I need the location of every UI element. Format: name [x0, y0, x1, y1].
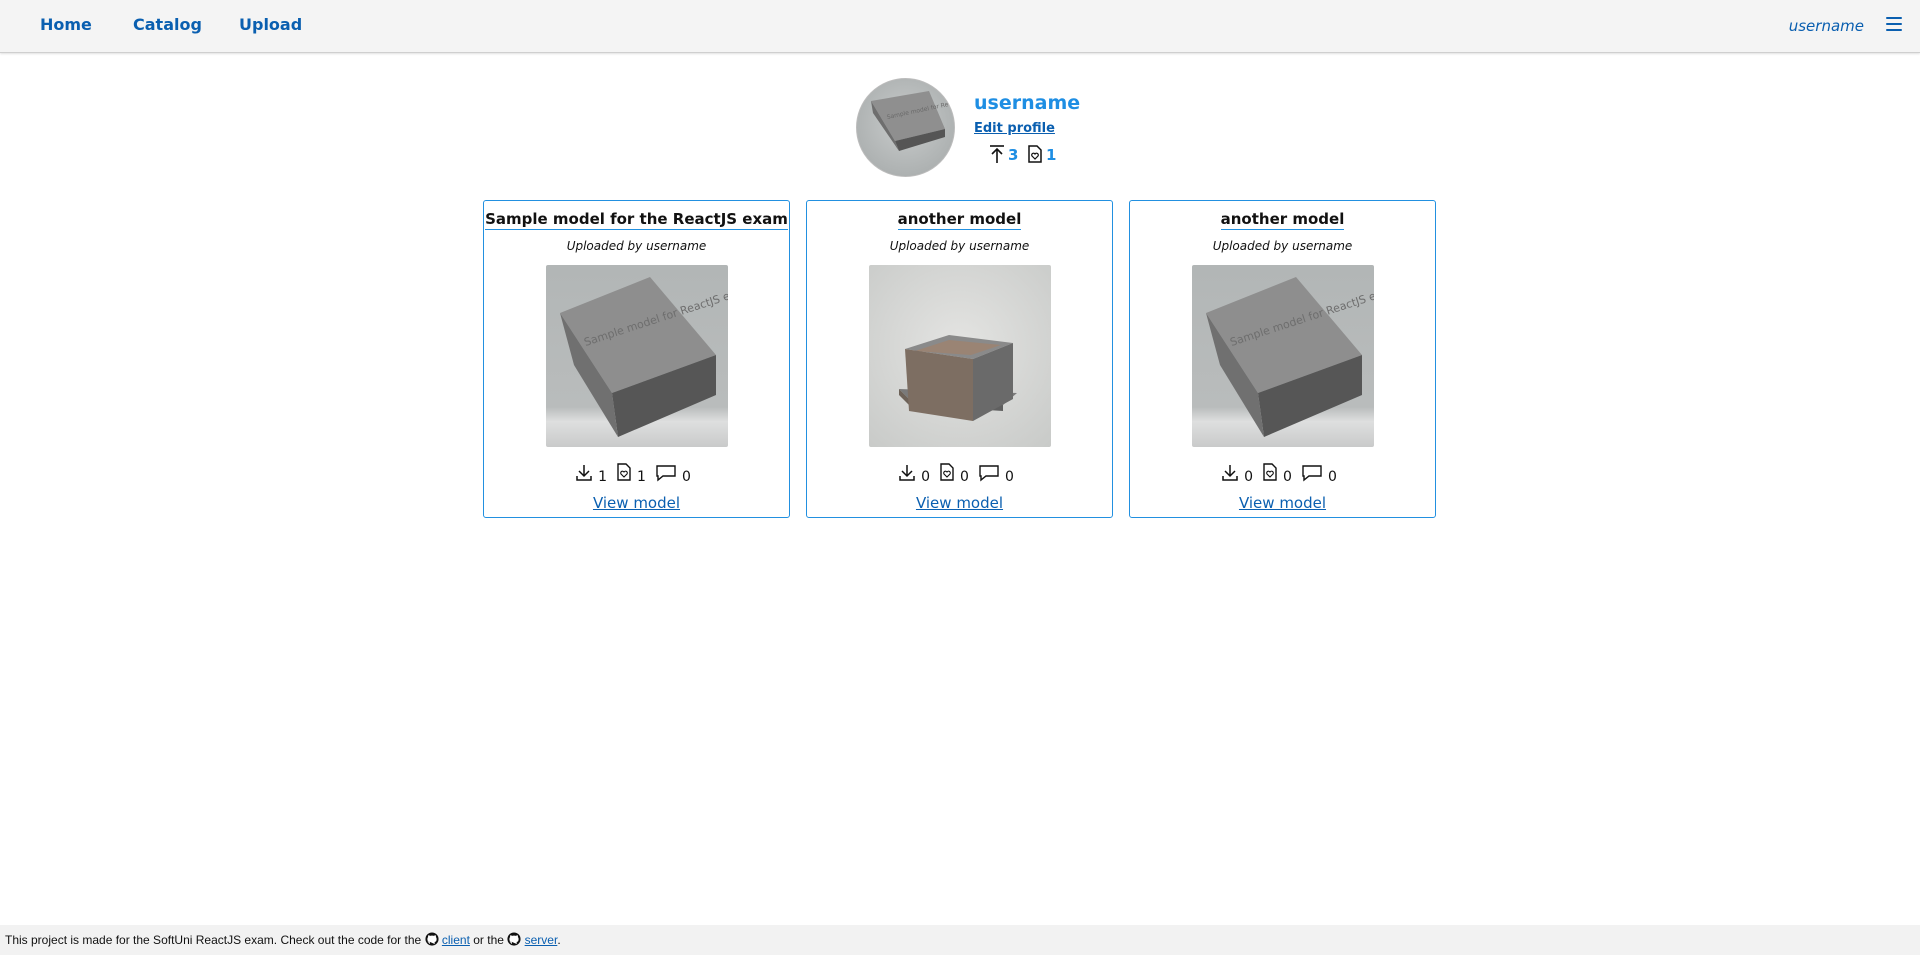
profile-username: username — [974, 92, 1081, 114]
uploads-count: 3 — [1008, 146, 1019, 164]
downloads-count: 0 — [921, 469, 931, 485]
client-repo-link[interactable]: client — [442, 933, 470, 947]
nav-upload-link[interactable]: Upload — [239, 15, 302, 34]
model-preview-image — [869, 265, 1051, 447]
comments-count: 0 — [681, 469, 691, 485]
download-icon — [1222, 465, 1238, 481]
model-preview-image: Sample model for ReactJS exam — [1192, 265, 1374, 447]
view-model-link[interactable]: View model — [807, 494, 1112, 512]
model-title-link[interactable]: another model — [1220, 210, 1345, 230]
nav-home-link[interactable]: Home — [40, 15, 92, 34]
uploaded-by: Uploaded by username — [889, 239, 1030, 253]
upload-icon — [990, 145, 1004, 163]
model-card: Sample model for the ReactJS exam Upload… — [483, 200, 790, 518]
uploaded-by: Uploaded by username — [1212, 239, 1353, 253]
download-icon — [576, 465, 592, 481]
comments-count: 0 — [1327, 469, 1337, 485]
model-card: another model Uploaded by username Sampl… — [1129, 200, 1436, 518]
github-icon — [424, 932, 439, 946]
model-card: another model Uploaded by username 0 0 0… — [806, 200, 1113, 518]
hamburger-icon[interactable] — [1884, 15, 1904, 33]
download-icon — [899, 465, 915, 481]
file-heart-icon — [1263, 463, 1277, 481]
comment-icon — [1302, 465, 1322, 482]
nav-catalog-link[interactable]: Catalog — [133, 15, 202, 34]
model-thumbnail[interactable]: Sample model for ReactJS exam — [1192, 265, 1374, 447]
model-title-link[interactable]: another model — [897, 210, 1022, 230]
nav-username[interactable]: username — [1789, 17, 1864, 35]
uploaded-by: Uploaded by username — [566, 239, 707, 253]
server-repo-link[interactable]: server — [525, 933, 558, 947]
likes-count: 0 — [960, 469, 969, 485]
file-heart-icon — [1028, 145, 1042, 163]
avatar-model-image: Sample model for ReactJS exam — [871, 91, 954, 151]
view-model-link[interactable]: View model — [1130, 494, 1435, 512]
likes-count: 0 — [1283, 469, 1292, 485]
footer-text-end: . — [557, 933, 561, 947]
model-stats: 0 0 0 — [1130, 463, 1435, 485]
likes-count: 1 — [637, 469, 646, 485]
file-heart-icon — [940, 463, 954, 481]
model-thumbnail[interactable] — [869, 265, 1051, 447]
uploads-stat: 3 — [988, 144, 1018, 164]
github-icon — [507, 932, 521, 946]
footer-text-middle: or the — [473, 933, 504, 947]
model-preview-image: Sample model for ReactJS exam — [546, 265, 728, 447]
downloads-count: 1 — [598, 469, 608, 485]
top-navbar: Home Catalog Upload username — [0, 0, 1920, 53]
view-model-link[interactable]: View model — [484, 494, 789, 512]
likes-stat: 1 — [1026, 144, 1056, 164]
downloads-count: 0 — [1244, 469, 1254, 485]
model-stats: 1 1 0 — [484, 463, 789, 485]
footer: This project is made for the SoftUni Rea… — [0, 925, 1920, 955]
model-title-link[interactable]: Sample model for the ReactJS exam — [485, 210, 788, 230]
edit-profile-link[interactable]: Edit profile — [974, 121, 1055, 136]
file-heart-icon — [617, 463, 631, 481]
model-thumbnail[interactable]: Sample model for ReactJS exam — [546, 265, 728, 447]
likes-count: 1 — [1046, 146, 1057, 164]
comment-icon — [979, 465, 999, 482]
comment-icon — [656, 465, 676, 482]
footer-text: This project is made for the SoftUni Rea… — [5, 933, 422, 947]
model-stats: 0 0 0 — [807, 463, 1112, 485]
avatar: Sample model for ReactJS exam — [856, 78, 955, 177]
comments-count: 0 — [1004, 469, 1014, 485]
